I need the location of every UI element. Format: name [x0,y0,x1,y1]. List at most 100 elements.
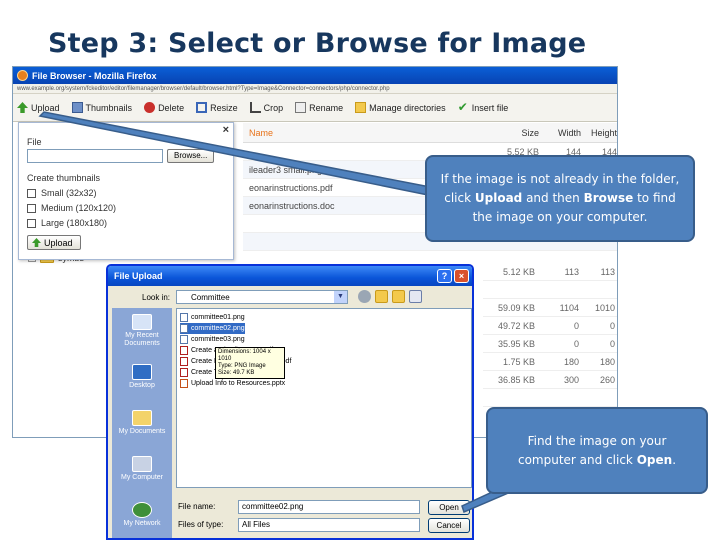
callout-text: . [672,452,677,467]
table-row[interactable]: 36.85 KB 300 260 [483,371,617,389]
file-name: Upload Info to Resources.pptx [191,380,286,387]
file-list: committee01.png committee02.png committe… [176,308,472,488]
my-documents-icon [132,410,152,426]
close-icon[interactable]: × [223,124,229,136]
file-input[interactable] [27,149,163,163]
file-list-header: Name Size Width Height [243,123,617,143]
place-desktop[interactable]: Desktop [112,354,172,400]
delete-icon [144,102,156,113]
upload-submit-label: Upload [44,237,73,248]
file-name-input[interactable]: committee02.png [238,500,420,514]
upload-button[interactable]: Upload [17,102,60,113]
column-name[interactable]: Name [243,128,501,138]
table-row[interactable] [483,281,617,299]
delete-button[interactable]: Delete [144,102,184,113]
row-size: 36.85 KB [497,374,535,385]
callout-browse-text: If the image is not already in the folde… [435,170,685,227]
thumbnail-option-medium[interactable]: Medium (120x120) [27,203,225,213]
resize-button[interactable]: Resize [196,102,238,113]
file-type-label: Files of type: [178,520,224,529]
look-in-select[interactable]: Committee ▼ [176,290,348,304]
row-width: 0 [573,338,579,349]
file-name: committee03.png [191,336,245,343]
close-icon[interactable]: × [454,269,469,283]
table-row[interactable]: 35.95 KB 0 0 [483,335,617,353]
row-height: 1010 [594,302,615,313]
column-width[interactable]: Width [539,128,581,138]
firefox-titlebar: File Browser - Mozilla Firefox [13,67,617,84]
callout-open-text: Find the image on your computer and clic… [498,432,696,470]
upload-submit-button[interactable]: Upload [27,235,81,250]
place-label: My Documents [118,428,166,435]
new-folder-icon[interactable] [392,290,405,303]
rename-button[interactable]: Rename [295,102,343,113]
tooltip-line: Size: 49.7 KB [218,370,255,376]
place-my-documents[interactable]: My Documents [112,400,172,446]
dialog-titlebar: File Upload [108,266,472,286]
list-item[interactable]: committee03.png [180,334,245,345]
views-icon[interactable] [409,290,422,303]
chevron-down-icon[interactable]: ▼ [334,291,347,303]
image-file-icon [180,324,188,333]
row-height: 260 [599,374,615,385]
table-row[interactable]: 49.72 KB 0 0 [483,317,617,335]
tooltip-line: Dimensions: 1004 x 1010 [218,349,271,362]
place-my-computer[interactable]: My Computer [112,446,172,492]
table-row[interactable]: 1.75 KB 180 180 [483,353,617,371]
column-height[interactable]: Height [581,128,617,138]
look-in-value: Committee [191,292,230,302]
insert-file-button[interactable]: ✔ Insert file [458,101,509,113]
callout-text: and then [522,191,584,205]
address-bar[interactable]: www.example.org/system/fckeditor/editor/… [13,84,617,94]
look-in-label: Look in: [142,293,171,302]
crop-button[interactable]: Crop [249,102,283,113]
thumbnail-option-small[interactable]: Small (32x32) [27,188,225,198]
table-row[interactable] [483,389,617,407]
thumbnails-label: Thumbnails [85,102,133,113]
upload-panel: × File Browse... Create thumbnails Small… [18,122,234,260]
file-type-select[interactable]: All Files [238,518,420,532]
place-label: My Recent Documents [124,332,160,347]
file-label: File [27,137,42,147]
list-item[interactable]: committee01.png [180,312,245,323]
delete-label: Delete [158,102,185,113]
manage-directories-button[interactable]: Manage directories [355,102,446,113]
browse-button[interactable]: Browse... [167,149,215,163]
places-bar: My Recent Documents Desktop My Documents… [112,308,172,538]
callout-bold-browse: Browse [583,191,634,205]
pdf-file-icon [180,357,188,366]
open-button[interactable]: Open [428,500,470,515]
callout-browse: If the image is not already in the folde… [425,155,695,242]
row-height: 180 [599,356,615,367]
upload-label: Upload [31,102,60,113]
place-recent-documents[interactable]: My Recent Documents [112,308,172,354]
file-name: committee02.png [191,325,245,332]
table-row[interactable]: 59.09 KB 1104 1010 [483,299,617,317]
checkbox[interactable] [27,188,36,198]
checkbox[interactable] [27,203,36,213]
insert-file-label: Insert file [471,102,509,113]
slide-title: Step 3: Select or Browse for Image [48,28,587,59]
file-upload-dialog: File Upload ? × Look in: Committee ▼ My … [106,264,474,540]
thumbnails-button[interactable]: Thumbnails [71,102,133,113]
file-tooltip: Dimensions: 1004 x 1010 Type: PNG Image … [215,347,285,379]
row-width: 113 [564,266,579,277]
my-network-icon [132,502,152,518]
list-item[interactable]: committee02.png [180,323,245,334]
callout-open: Find the image on your computer and clic… [486,407,708,494]
table-row[interactable]: 5.12 KB 113 113 [483,263,617,281]
list-item[interactable]: Upload Info to Resources.pptx [180,378,285,389]
back-icon[interactable] [358,290,371,303]
column-size[interactable]: Size [501,128,539,138]
up-folder-icon[interactable] [375,290,388,303]
thumbnail-option-large[interactable]: Large (180x180) [27,218,225,228]
image-file-icon [180,313,188,322]
cancel-button[interactable]: Cancel [428,518,470,533]
place-my-network[interactable]: My Network [112,492,172,538]
checkbox[interactable] [27,218,36,228]
thumbnails-icon [71,102,83,113]
rename-label: Rename [309,102,344,113]
row-size: 5.12 KB [502,266,535,277]
help-icon[interactable]: ? [437,269,452,283]
resize-icon [196,102,208,113]
